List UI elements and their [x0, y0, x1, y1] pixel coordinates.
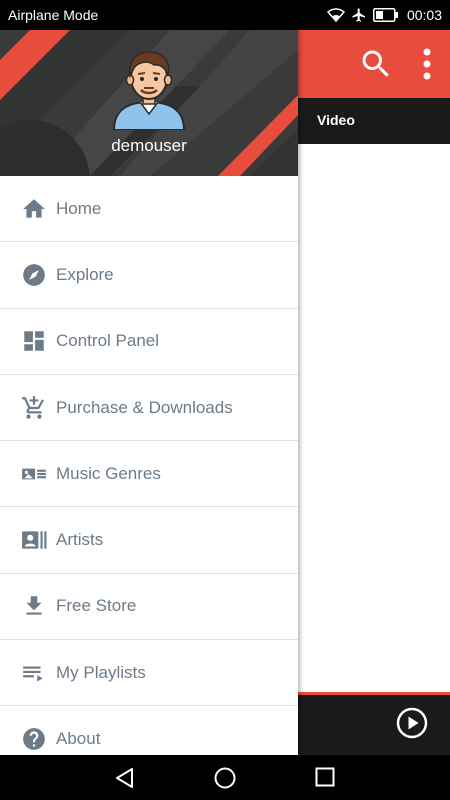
menu-item-my-playlists[interactable]: My Playlists — [0, 640, 298, 707]
menu-item-label: Home — [56, 198, 102, 218]
back-icon[interactable] — [114, 767, 136, 789]
menu-item-label: My Playlists — [56, 662, 146, 682]
search-icon[interactable] — [358, 46, 394, 82]
add-shopping-cart-icon — [22, 395, 44, 419]
menu-item-about[interactable]: About — [0, 706, 298, 755]
screen: Airplane Mode 00:03 Video demouser Home … — [0, 0, 450, 800]
home-circle-icon[interactable] — [214, 767, 236, 789]
menu-item-label: Music Genres — [56, 463, 161, 483]
menu-item-label: Explore — [56, 264, 114, 284]
menu-item-music-genres[interactable]: Music Genres — [0, 441, 298, 508]
airplane-icon — [352, 8, 365, 22]
playlist-icon — [23, 666, 43, 682]
menu-item-label: Control Panel — [56, 331, 160, 351]
drawer-menu: Home Explore Control Panel Purchase & Do… — [0, 176, 298, 755]
menu-item-purchase-downloads[interactable]: Purchase & Downloads — [0, 375, 298, 442]
content-area — [298, 144, 450, 692]
more-vert-icon[interactable] — [422, 48, 432, 80]
menu-item-label: Free Store — [56, 596, 137, 616]
help-icon — [23, 728, 45, 750]
contacts-icon — [22, 531, 47, 549]
menu-item-explore[interactable]: Explore — [0, 242, 298, 309]
recents-icon[interactable] — [315, 767, 335, 787]
menu-item-artists[interactable]: Artists — [0, 507, 298, 574]
app-main: Video — [298, 30, 450, 755]
compass-icon — [23, 264, 45, 286]
menu-item-home[interactable]: Home — [0, 176, 298, 243]
home-icon — [23, 198, 45, 218]
genres-icon — [22, 468, 46, 480]
tab-bar: Video — [298, 98, 450, 144]
player-bar — [298, 695, 450, 755]
tab-video[interactable]: Video — [317, 112, 355, 128]
dashboard-icon — [24, 331, 44, 351]
airplane-mode-label: Airplane Mode — [8, 7, 99, 23]
battery-icon — [372, 8, 398, 22]
play-circle-icon[interactable] — [396, 707, 428, 739]
system-nav-bar — [0, 755, 450, 800]
wifi-icon — [326, 8, 345, 23]
menu-item-control-panel[interactable]: Control Panel — [0, 309, 298, 375]
app-toolbar — [298, 30, 450, 98]
status-icons: 00:03 — [326, 5, 442, 25]
menu-item-label: Purchase & Downloads — [56, 397, 233, 417]
user-avatar-icon[interactable] — [110, 48, 188, 130]
drawer-header: demouser — [0, 30, 298, 176]
menu-item-label: About — [56, 729, 101, 749]
menu-item-free-store[interactable]: Free Store — [0, 574, 298, 641]
download-icon — [26, 596, 42, 616]
menu-item-label: Artists — [56, 530, 104, 550]
username[interactable]: demouser — [0, 136, 298, 156]
status-bar: Airplane Mode 00:03 — [0, 0, 450, 30]
navigation-drawer: demouser Home Explore Control Panel Purc… — [0, 30, 298, 755]
status-time: 00:03 — [406, 7, 442, 23]
